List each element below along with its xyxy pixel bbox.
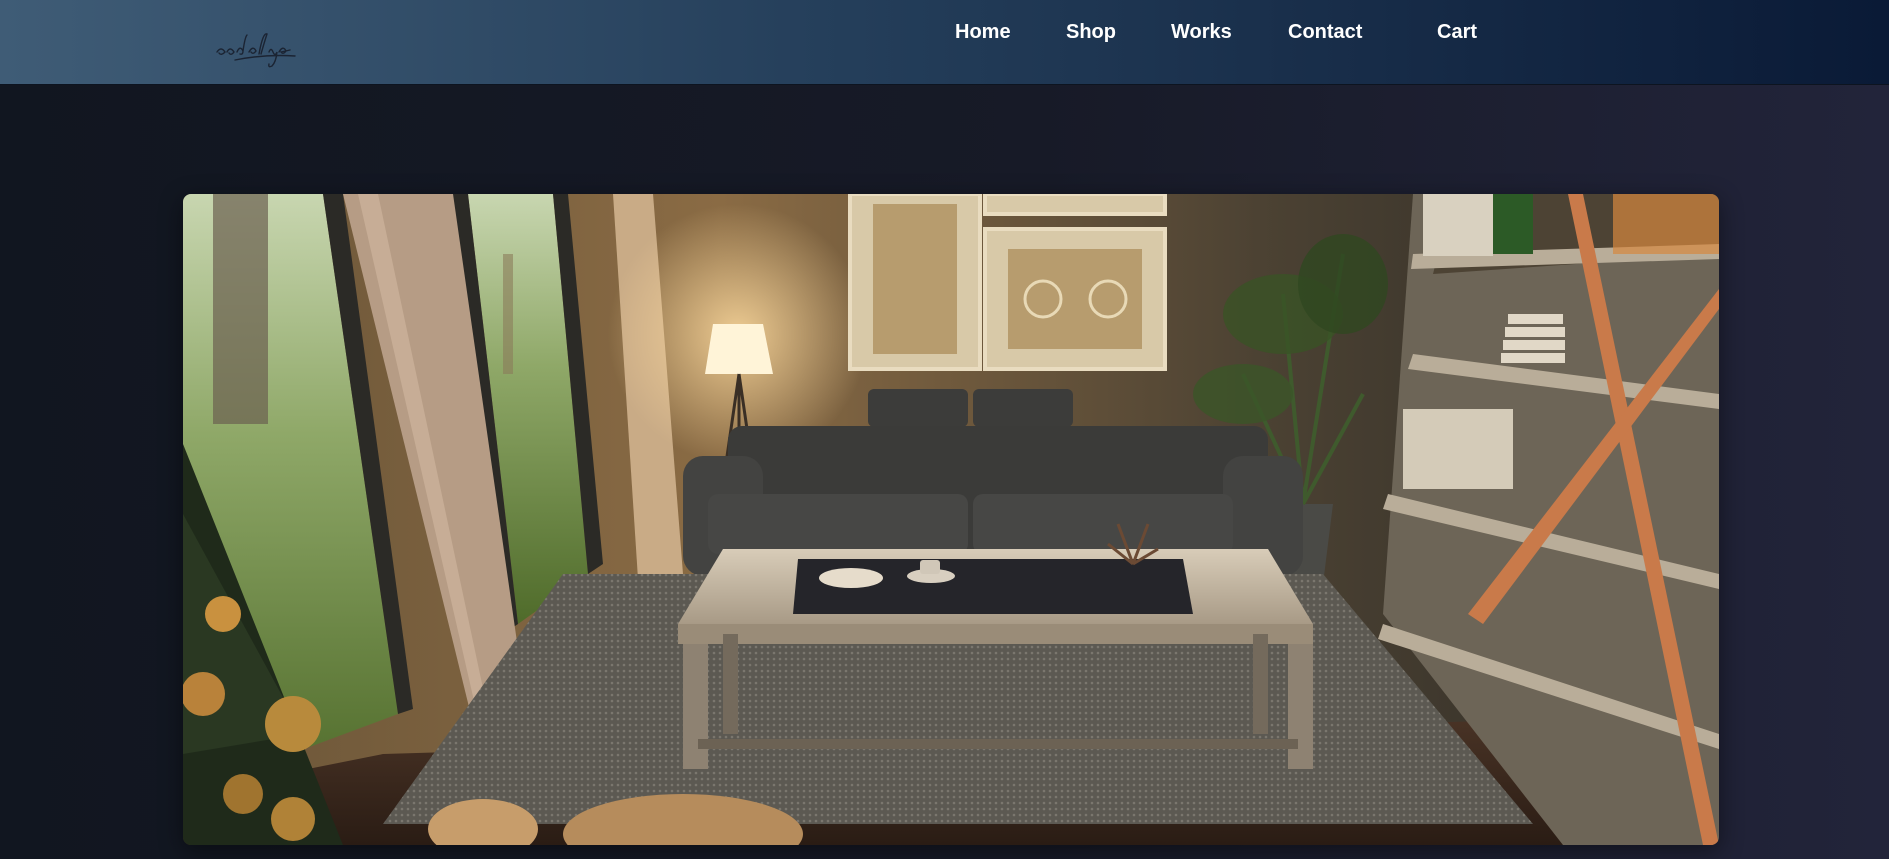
nav-works-link[interactable]: Works — [1171, 21, 1232, 44]
nav-home-link[interactable]: Home — [955, 21, 1011, 44]
nav-cart-link[interactable]: Cart — [1437, 21, 1477, 44]
main-nav: Home Shop Works Contact Cart — [0, 0, 1889, 68]
top-navbar: Home Shop Works Contact Cart — [0, 0, 1889, 85]
nav-contact-link[interactable]: Contact — [1288, 21, 1362, 44]
nav-shop-link[interactable]: Shop — [1066, 21, 1116, 44]
hero-image — [183, 194, 1719, 845]
living-room-illustration — [183, 194, 1719, 845]
